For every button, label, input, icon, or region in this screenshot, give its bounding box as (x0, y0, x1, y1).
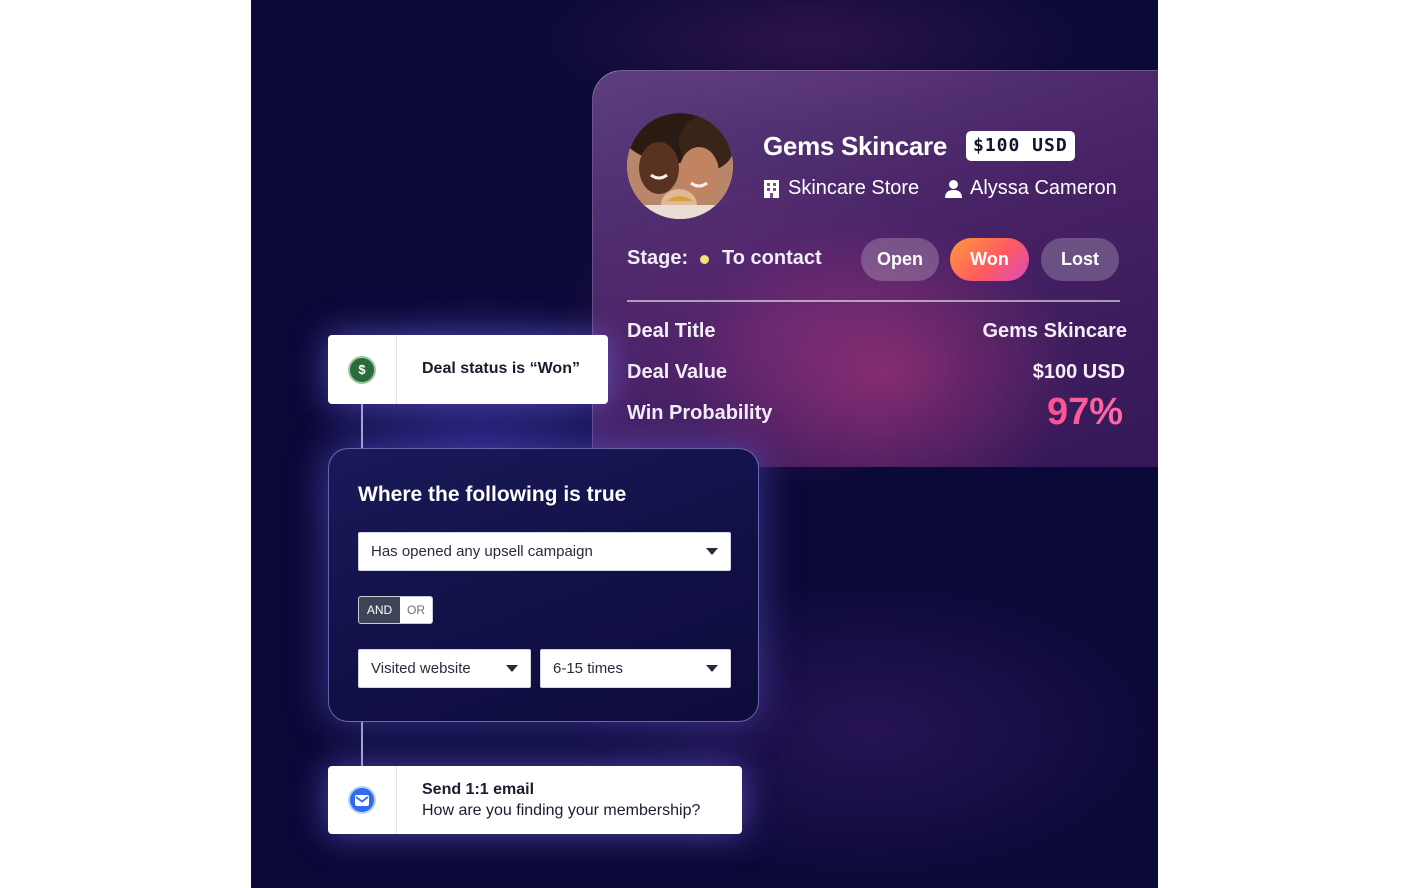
person-icon (945, 179, 962, 198)
trigger-icon-cell: $ (328, 335, 397, 404)
contact-name-label: Alyssa Cameron (970, 176, 1117, 199)
email-icon-cell (328, 766, 397, 834)
chevron-down-icon (506, 665, 518, 672)
chevron-down-icon (706, 548, 718, 555)
campaign-condition-select[interactable]: Has opened any upsell campaign (358, 532, 731, 571)
contact-name: Alyssa Cameron (945, 175, 1117, 201)
stage-status-dot (700, 255, 709, 264)
email-action-card[interactable]: Send 1:1 email How are you finding your … (328, 766, 742, 834)
stage-value: To contact (722, 247, 822, 269)
deal-value-badge: $100 USD (966, 131, 1075, 161)
deal-title-value: Gems Skincare (982, 320, 1127, 342)
email-subject: How are you finding your membership? (422, 802, 701, 819)
hero-scene: Gems Skincare $100 USD Skincare Store Al… (251, 0, 1158, 888)
win-probability-value: 97% (1046, 391, 1123, 433)
building-icon (764, 179, 779, 198)
status-open-button[interactable]: Open (861, 238, 939, 281)
workflow-connector (361, 721, 363, 767)
stage-label: Stage: (627, 247, 689, 269)
deal-value-value: $100 USD (1032, 361, 1125, 383)
chevron-down-icon (706, 665, 718, 672)
divider (627, 300, 1120, 302)
deal-value-label: Deal Value (627, 361, 728, 383)
company-type: Skincare Store (763, 175, 919, 201)
win-probability-label: Win Probability (627, 402, 773, 424)
campaign-condition-value: Has opened any upsell campaign (371, 543, 593, 560)
condition-panel: Where the following is true Has opened a… (328, 448, 759, 722)
status-lost-button[interactable]: Lost (1041, 238, 1119, 281)
deal-card: Gems Skincare $100 USD Skincare Store Al… (592, 70, 1158, 467)
deal-title-label: Deal Title (627, 320, 716, 342)
contact-avatar (627, 113, 733, 219)
company-type-label: Skincare Store (788, 176, 920, 199)
frequency-select-value: 6-15 times (553, 660, 624, 677)
trigger-step-card[interactable]: $ Deal status is “Won” (328, 335, 608, 404)
and-or-toggle[interactable]: AND OR (358, 596, 433, 624)
frequency-select[interactable]: 6-15 times (540, 649, 731, 688)
toggle-and-option[interactable]: AND (359, 597, 400, 623)
mail-icon (348, 786, 376, 814)
status-won-button[interactable]: Won (950, 238, 1029, 281)
dollar-icon: $ (348, 355, 376, 384)
toggle-or-option[interactable]: OR (400, 597, 432, 623)
company-name: Gems Skincare (763, 131, 947, 161)
condition-title: Where the following is true (358, 483, 627, 506)
trigger-text: Deal status is “Won” (422, 360, 580, 377)
activity-select-value: Visited website (371, 660, 471, 677)
activity-select[interactable]: Visited website (358, 649, 531, 688)
workflow-connector (361, 403, 363, 450)
email-action-title: Send 1:1 email (422, 781, 535, 798)
